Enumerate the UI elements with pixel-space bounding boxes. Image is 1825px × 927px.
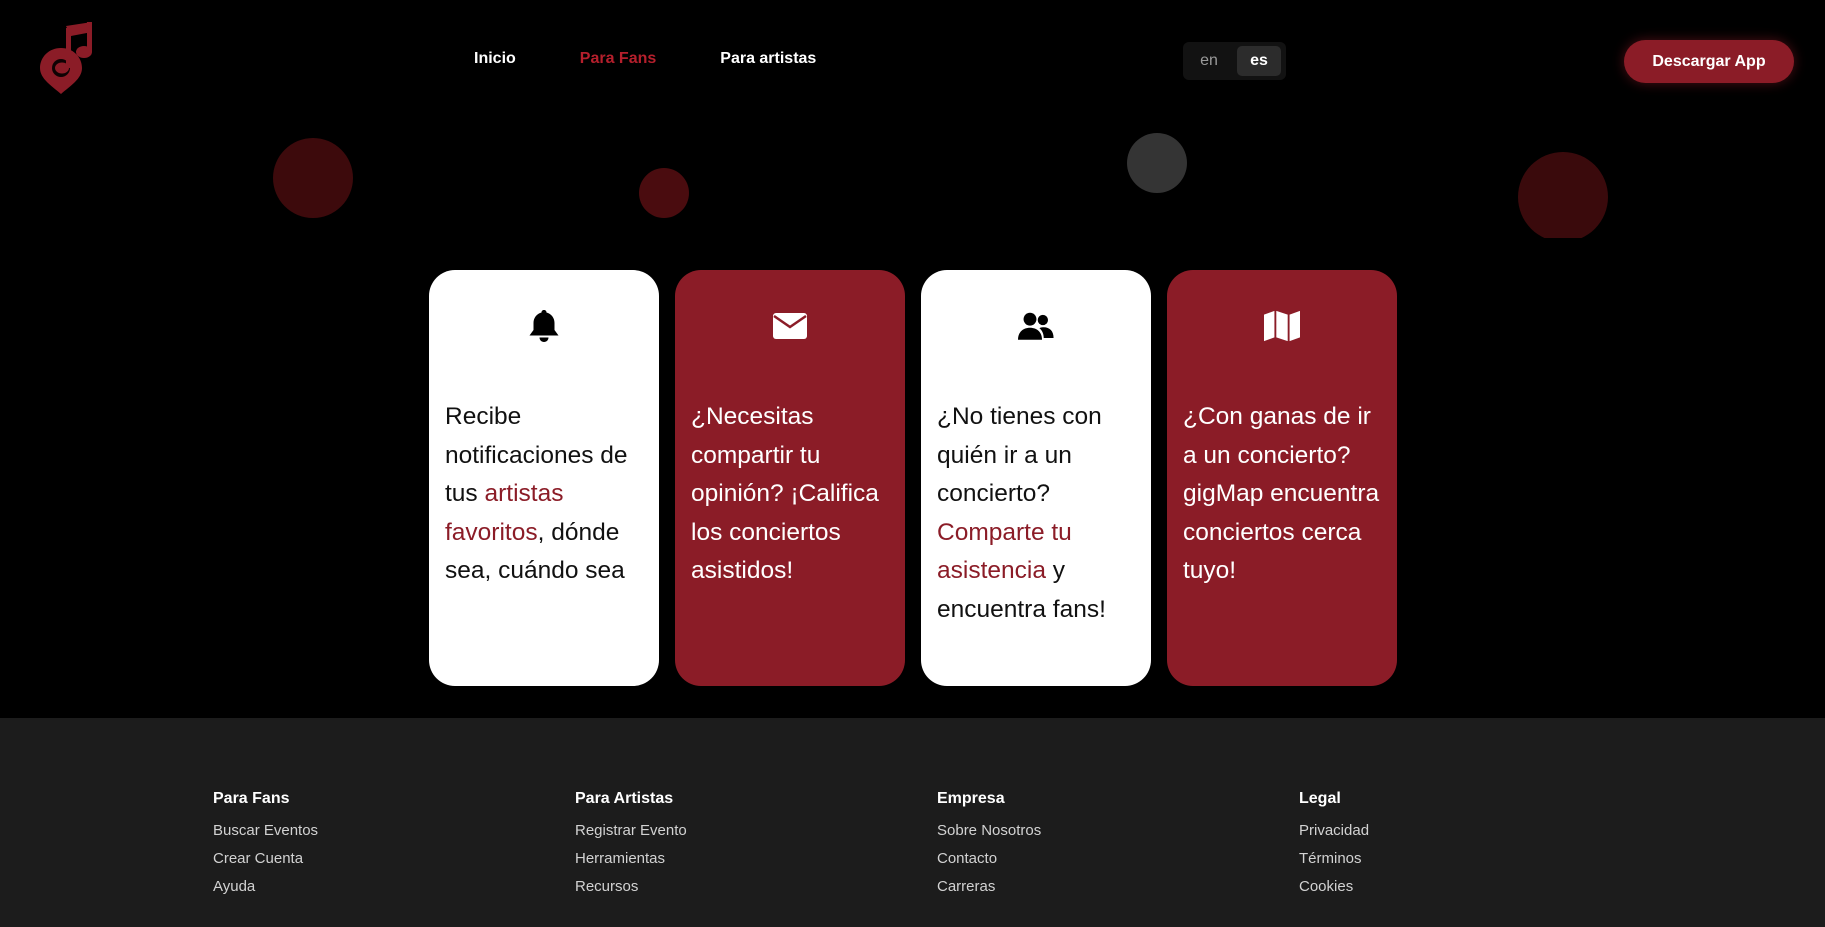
feature-card-text: Recibe notificaciones de tus artistas fa…: [445, 403, 628, 584]
footer-column-para-fans: Para Fans Buscar Eventos Crear Cuenta Ay…: [213, 790, 318, 906]
footer-column-title: Empresa: [937, 790, 1005, 807]
footer-link-herramientas[interactable]: Herramientas: [575, 850, 687, 867]
feature-card-text: ¿Necesitas compartir tu opinión? ¡Califi…: [691, 403, 879, 584]
footer-link-carreras[interactable]: Carreras: [937, 878, 1041, 895]
footer-column-para-artistas: Para Artistas Registrar Evento Herramien…: [575, 790, 687, 906]
footer-column-title: Legal: [1299, 790, 1341, 807]
footer-column-title: Para Artistas: [575, 790, 674, 807]
users-icon: [1018, 308, 1054, 344]
footer-link-terminos[interactable]: Términos: [1299, 850, 1369, 867]
language-switcher: en es: [1183, 42, 1286, 80]
nav-link-para-fans[interactable]: Para Fans: [580, 50, 656, 68]
envelope-icon: [772, 308, 808, 344]
footer: Para Fans Buscar Eventos Crear Cuenta Ay…: [0, 718, 1825, 927]
map-icon: [1264, 308, 1300, 344]
feature-card-text: ¿Con ganas de ir a un concierto? gigMap …: [1183, 403, 1380, 584]
feature-card-text: ¿No tienes con quién ir a un concierto? …: [937, 403, 1106, 623]
decorative-bubbles: [0, 125, 1825, 238]
nav-link-para-artistas[interactable]: Para artistas: [720, 50, 816, 68]
feature-card-attendance: ¿No tienes con quién ir a un concierto? …: [921, 270, 1151, 686]
footer-link-contacto[interactable]: Contacto: [937, 850, 1041, 867]
bubble: [273, 138, 353, 218]
bell-icon: [526, 308, 562, 344]
lang-option-es[interactable]: es: [1237, 46, 1281, 76]
footer-link-crear-cuenta[interactable]: Crear Cuenta: [213, 850, 318, 867]
bubble: [1127, 133, 1187, 193]
download-app-button[interactable]: Descargar App: [1624, 40, 1794, 83]
footer-column-empresa: Empresa Sobre Nosotros Contacto Carreras: [937, 790, 1041, 906]
feature-card-gigmap: ¿Con ganas de ir a un concierto? gigMap …: [1167, 270, 1397, 686]
footer-column-title: Para Fans: [213, 790, 290, 807]
footer-link-cookies[interactable]: Cookies: [1299, 878, 1369, 895]
footer-link-buscar-eventos[interactable]: Buscar Eventos: [213, 822, 318, 839]
footer-link-recursos[interactable]: Recursos: [575, 878, 687, 895]
footer-column-legal: Legal Privacidad Términos Cookies: [1299, 790, 1369, 906]
footer-link-sobre-nosotros[interactable]: Sobre Nosotros: [937, 822, 1041, 839]
header: Inicio Para Fans Para artistas en es Des…: [0, 0, 1825, 125]
feature-card-ratings: ¿Necesitas compartir tu opinión? ¡Califi…: [675, 270, 905, 686]
footer-link-privacidad[interactable]: Privacidad: [1299, 822, 1369, 839]
nav-link-inicio[interactable]: Inicio: [474, 50, 516, 68]
bubble: [639, 168, 689, 218]
footer-link-registrar-evento[interactable]: Registrar Evento: [575, 822, 687, 839]
bubble: [1518, 152, 1608, 238]
gigmap-logo[interactable]: [40, 22, 96, 94]
feature-card-notifications: Recibe notificaciones de tus artistas fa…: [429, 270, 659, 686]
footer-link-ayuda[interactable]: Ayuda: [213, 878, 318, 895]
feature-cards: Recibe notificaciones de tus artistas fa…: [429, 270, 1413, 686]
lang-option-en[interactable]: en: [1187, 46, 1231, 76]
main-nav: Inicio Para Fans Para artistas: [474, 50, 880, 68]
